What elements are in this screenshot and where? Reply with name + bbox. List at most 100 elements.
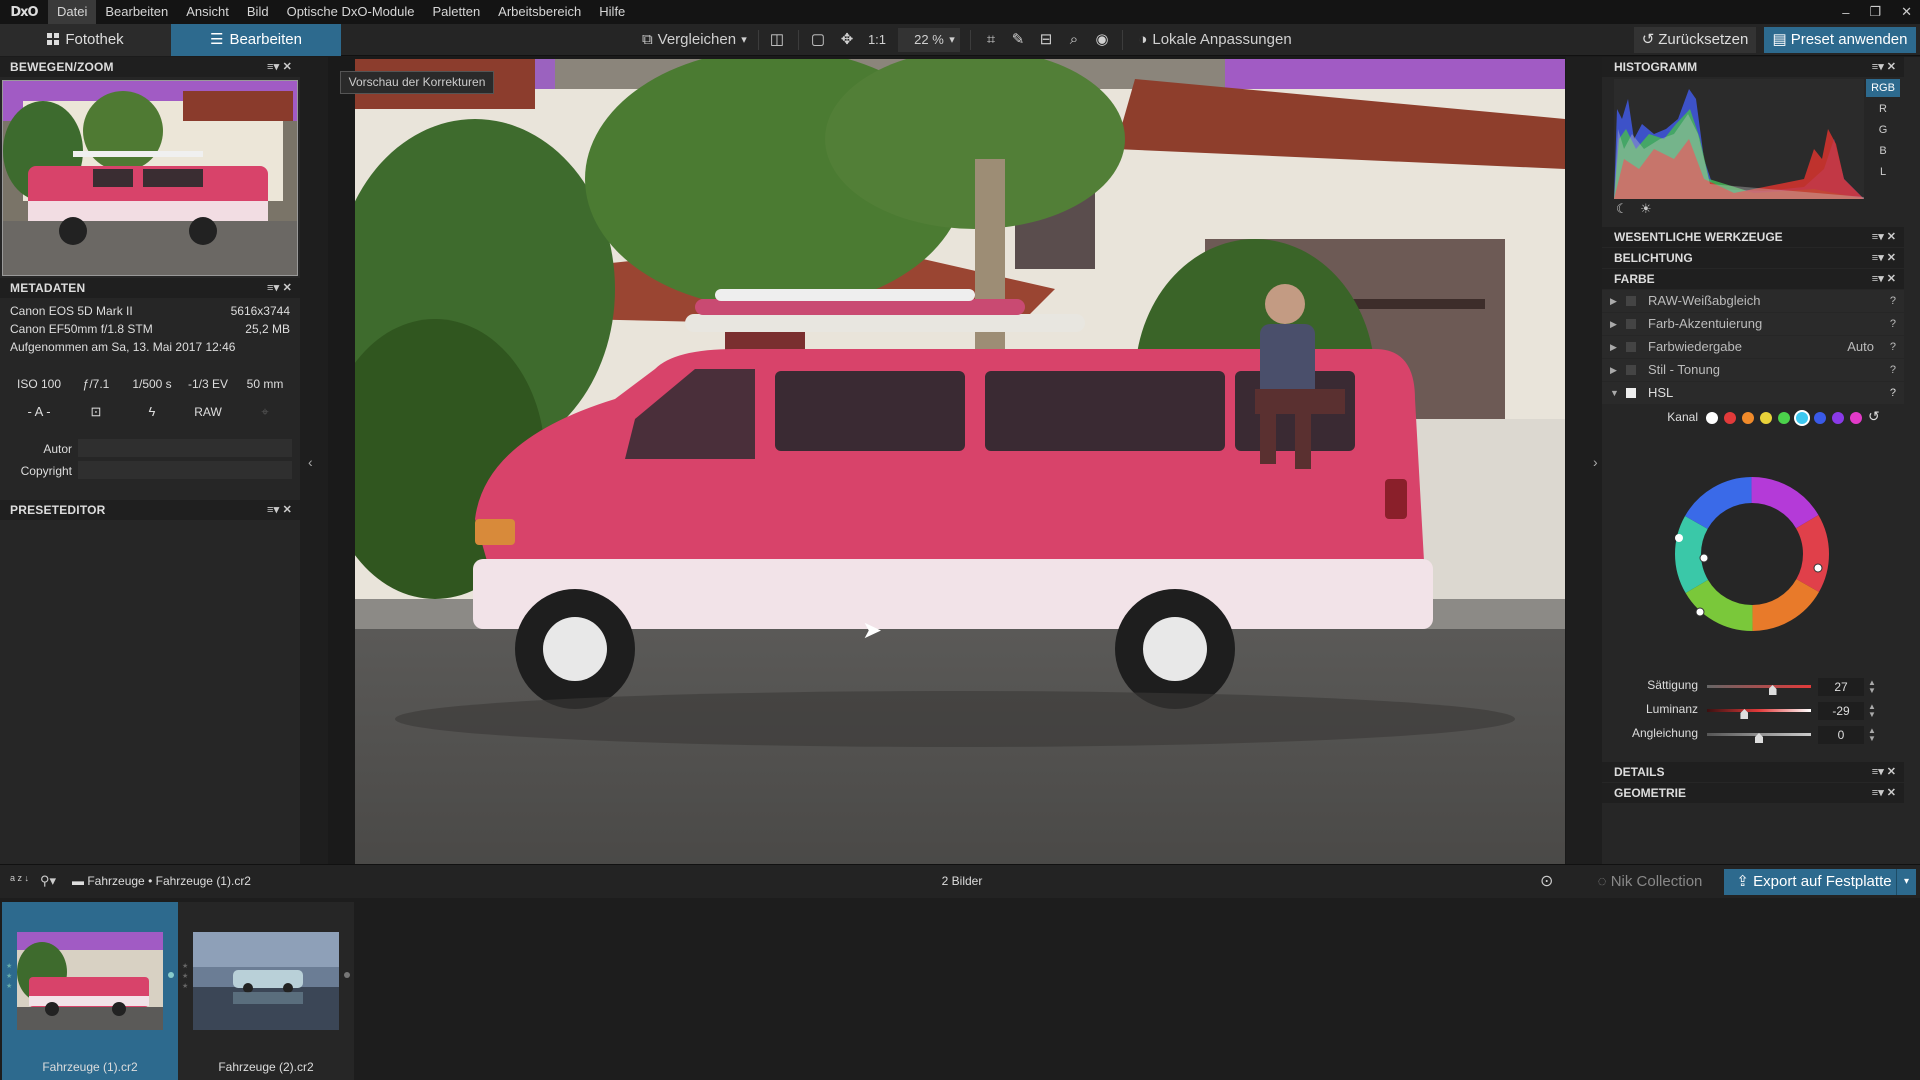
compare-dropdown-icon[interactable]: ▾ [736,28,752,52]
repair-icon[interactable]: ⌕ [1062,28,1086,52]
channel-all-swatch[interactable] [1706,412,1718,424]
style-toning-row[interactable]: ▶ Stil - Tonung? [1602,359,1904,381]
help-icon[interactable]: ? [1890,313,1896,335]
author-field[interactable] [78,439,292,457]
minimize-button[interactable]: – [1842,5,1849,20]
apply-preset-button[interactable]: ▤ Preset anwenden [1764,27,1916,53]
panel-menu-icon[interactable]: ≡▾ ✕ [1872,248,1896,268]
enable-checkbox[interactable] [1626,365,1636,375]
tab-fotothek[interactable]: Fotothek [0,24,171,56]
menu-hilfe[interactable]: Hilfe [590,0,634,24]
details-header[interactable]: DETAILS ≡▾ ✕ [1602,762,1904,782]
shadow-clip-icon[interactable]: ☾ [1616,201,1628,217]
film-item-1[interactable]: ★ ★ ★ Fahrzeuge (1).cr2 [2,902,178,1080]
help-icon[interactable]: ? [1890,290,1896,312]
eyedropper-icon[interactable]: ✎ [1006,28,1030,52]
breadcrumb-file[interactable]: Fahrzeuge (1).cr2 [156,874,251,888]
channel-blue-swatch[interactable] [1814,412,1826,424]
panel-menu-icon[interactable]: ≡▾ ✕ [1872,783,1896,803]
menu-arbeitsbereich[interactable]: Arbeitsbereich [489,0,590,24]
main-photo[interactable] [355,59,1565,866]
tab-bearbeiten[interactable]: ☰ Bearbeiten [171,24,341,56]
hsl-color-wheel[interactable] [1666,468,1838,640]
panel-menu-icon[interactable]: ≡▾ ✕ [1872,269,1896,289]
zoom-100-button[interactable]: 1:1 [862,28,892,52]
panel-menu-icon[interactable]: ≡▾ ✕ [267,500,292,520]
menu-bild[interactable]: Bild [238,0,278,24]
panel-menu-icon[interactable]: ≡▾ ✕ [1872,762,1896,782]
close-window-button[interactable]: ✕ [1901,4,1912,20]
move-zoom-header[interactable]: BEWEGEN/ZOOM ≡▾ ✕ [0,57,300,77]
panel-menu-icon[interactable]: ≡▾ ✕ [267,57,292,77]
film-item-2[interactable]: ★ ★ ★ Fahrzeuge (2).cr2 [178,902,354,1080]
menu-datei[interactable]: Datei [48,0,97,24]
help-icon[interactable]: ? [1890,336,1896,358]
split-view-icon[interactable]: ◫ [765,28,789,52]
red-eye-icon[interactable]: ◉ [1090,28,1114,52]
hist-channel-g[interactable]: G [1866,121,1900,139]
menu-optische-module[interactable]: Optische DxO-Module [278,0,424,24]
reset-channel-icon[interactable]: ↺ [1868,408,1880,425]
nik-collection-button[interactable]: ◌ Nik Collection [1588,869,1712,895]
essential-tools-header[interactable]: WESENTLICHE WERKZEUGE ≡▾ ✕ [1602,227,1904,247]
hist-channel-r[interactable]: R [1866,100,1900,118]
hist-channel-l[interactable]: L [1866,163,1900,181]
saturation-slider[interactable] [1707,685,1811,688]
hsl-enable-checkbox[interactable] [1626,388,1636,398]
uniformity-value[interactable]: 0 [1818,726,1864,744]
saturation-value[interactable]: 27 [1818,678,1864,696]
panel-menu-icon[interactable]: ≡▾ ✕ [267,278,292,298]
luminance-slider[interactable] [1707,709,1811,712]
geometry-header[interactable]: GEOMETRIE ≡▾ ✕ [1602,783,1904,803]
channel-red-swatch[interactable] [1724,412,1736,424]
collapse-arrow-icon[interactable]: ▼ [1610,382,1619,404]
navigate-icon[interactable]: ⊙ [1540,871,1553,891]
luminance-spinner[interactable]: ▲ ▼ [1868,703,1876,719]
expand-arrow-icon[interactable]: ▶ [1610,336,1617,358]
channel-green-swatch[interactable] [1778,412,1790,424]
compare-button[interactable]: ⧉ Vergleichen [626,28,752,52]
reset-button[interactable]: ↺ Zurücksetzen [1634,27,1756,53]
channel-magenta-swatch[interactable] [1850,412,1862,424]
fit-screen-icon[interactable]: ▢ [806,28,830,52]
filter-icon[interactable]: ⚲▾ [40,873,56,889]
saturation-spinner[interactable]: ▲ ▼ [1868,679,1876,695]
color-accent-row[interactable]: ▶ Farb-Akzentuierung? [1602,313,1904,335]
help-icon[interactable]: ? [1890,359,1896,381]
highlight-clip-icon[interactable]: ☀ [1640,201,1652,217]
local-adjustments-button[interactable]: ◑ Lokale Anpassungen [1130,28,1300,52]
move-icon[interactable]: ✥ [835,28,859,52]
maximize-button[interactable]: ❐ [1869,4,1881,20]
collapse-right-icon[interactable]: › [1593,454,1598,470]
left-collapse-strip[interactable]: ‹ [300,57,328,864]
channel-cyan-swatch[interactable] [1796,412,1808,424]
hist-channel-b[interactable]: B [1866,142,1900,160]
sort-icon[interactable]: a z ↓ [10,874,29,883]
menu-bearbeiten[interactable]: Bearbeiten [96,0,177,24]
exposure-header[interactable]: BELICHTUNG ≡▾ ✕ [1602,248,1904,268]
enable-checkbox[interactable] [1626,342,1636,352]
navigator-thumbnail[interactable] [2,80,298,276]
expand-arrow-icon[interactable]: ▶ [1610,313,1617,335]
uniformity-spinner[interactable]: ▲ ▼ [1868,727,1876,743]
copyright-field[interactable] [78,461,292,479]
channel-yellow-swatch[interactable] [1760,412,1772,424]
enable-checkbox[interactable] [1626,319,1636,329]
hsl-row[interactable]: ▼ HSL? [1602,382,1904,404]
collapse-left-icon[interactable]: ‹ [308,454,313,470]
histogram-header[interactable]: HISTOGRAMM ≡▾ ✕ [1602,57,1904,77]
expand-arrow-icon[interactable]: ▶ [1610,359,1617,381]
expand-arrow-icon[interactable]: ▶ [1610,290,1617,312]
raw-white-balance-row[interactable]: ▶ RAW-Weißabgleich? [1602,290,1904,312]
right-collapse-strip[interactable]: › [1566,57,1602,864]
straighten-icon[interactable]: ⊟ [1034,28,1058,52]
channel-purple-swatch[interactable] [1832,412,1844,424]
zoom-dropdown-icon[interactable]: ▾ [944,28,960,52]
panel-menu-icon[interactable]: ≡▾ ✕ [1872,227,1896,247]
luminance-value[interactable]: -29 [1818,702,1864,720]
channel-orange-swatch[interactable] [1742,412,1754,424]
menu-paletten[interactable]: Paletten [423,0,489,24]
enable-checkbox[interactable] [1626,296,1636,306]
color-rendering-row[interactable]: ▶ Farbwiedergabe Auto? [1602,336,1904,358]
help-icon[interactable]: ? [1890,382,1896,404]
